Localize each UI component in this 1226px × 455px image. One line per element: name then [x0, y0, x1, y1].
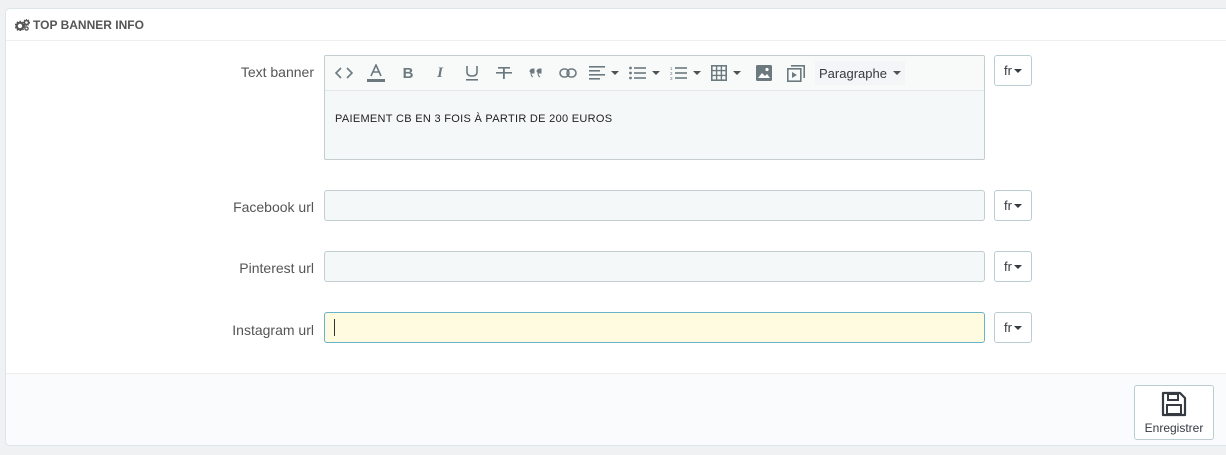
save-label: Enregistrer — [1144, 420, 1204, 435]
panel-heading: TOP BANNER INFO — [6, 9, 1226, 41]
pinterest-url-label: Pinterest url — [239, 260, 314, 276]
numbered-list-icon: 123 — [670, 66, 687, 80]
image-icon[interactable] — [753, 61, 775, 85]
chevron-down-icon — [611, 71, 619, 75]
facebook-url-input[interactable] — [324, 190, 985, 221]
lang-label: fr — [1004, 320, 1012, 335]
chevron-down-icon — [1013, 203, 1022, 208]
lang-label: fr — [1004, 198, 1012, 213]
chevron-down-icon — [1013, 264, 1022, 269]
panel-title: TOP BANNER INFO — [33, 17, 144, 32]
floppy-disk-icon — [1161, 391, 1187, 416]
table-dropdown[interactable] — [711, 61, 741, 85]
bold-icon[interactable]: B — [397, 61, 419, 85]
strikethrough-icon[interactable] — [493, 61, 515, 85]
italic-icon[interactable]: I — [429, 61, 451, 85]
underline-icon[interactable] — [461, 61, 483, 85]
panel-footer: Enregistrer — [6, 373, 1226, 445]
svg-text:3: 3 — [670, 76, 673, 80]
instagram-url-input[interactable] — [324, 312, 985, 343]
chevron-down-icon — [1013, 325, 1022, 330]
bullet-list-icon — [629, 66, 646, 80]
link-icon[interactable] — [557, 61, 579, 85]
instagram-url-label: Instagram url — [232, 322, 314, 338]
numbered-list-dropdown[interactable]: 123 — [670, 61, 701, 85]
text-caret — [334, 319, 335, 336]
paragraph-format-select[interactable]: Paragraphe — [815, 61, 905, 85]
chevron-down-icon — [892, 71, 901, 75]
align-dropdown[interactable] — [589, 61, 619, 85]
top-banner-panel: TOP BANNER INFO Text banner B I 1 2 3 Pa… — [5, 8, 1226, 446]
text-banner-label: Text banner — [240, 64, 314, 80]
cogs-icon — [15, 18, 30, 31]
text-banner-lang-button[interactable]: fr — [994, 55, 1032, 86]
save-button[interactable]: Enregistrer — [1134, 385, 1214, 440]
editor-content[interactable]: PAIEMENT CB EN 3 FOIS À PARTIR DE 200 EU… — [325, 91, 984, 147]
chevron-down-icon — [652, 71, 660, 75]
chevron-down-icon — [733, 71, 741, 75]
paragraph-format-label: Paragraphe — [819, 65, 887, 81]
facebook-lang-button[interactable]: fr — [994, 190, 1032, 221]
bullet-list-dropdown[interactable] — [629, 61, 660, 85]
pinterest-url-input[interactable] — [324, 251, 985, 282]
instagram-lang-button[interactable]: fr — [994, 312, 1032, 343]
pinterest-lang-button[interactable]: fr — [994, 251, 1032, 282]
align-left-icon — [589, 66, 605, 80]
text-banner-editor[interactable]: B I 123 Paragraphe PAIEMENT CB EN 3 FOIS… — [324, 55, 985, 160]
lang-label: fr — [1004, 259, 1012, 274]
editor-toolbar: B I 123 Paragraphe — [325, 56, 984, 91]
facebook-url-label: Facebook url — [233, 199, 314, 215]
font-color-icon[interactable] — [365, 61, 387, 85]
code-icon[interactable] — [333, 61, 355, 85]
blockquote-icon[interactable] — [525, 61, 547, 85]
lang-label: fr — [1004, 63, 1012, 78]
chevron-down-icon — [1013, 68, 1022, 73]
chevron-down-icon — [693, 71, 701, 75]
table-icon — [711, 65, 727, 81]
media-icon[interactable] — [785, 61, 807, 85]
